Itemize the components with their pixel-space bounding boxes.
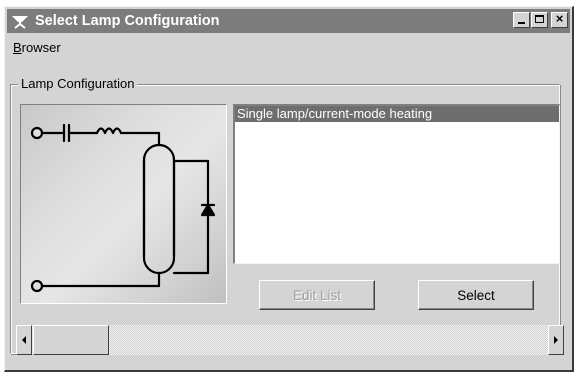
- menu-browser-label: rowser: [21, 40, 61, 55]
- maximize-icon: [535, 15, 544, 23]
- close-button[interactable]: ×: [551, 11, 568, 28]
- lamp-circuit-diagram-icon: [30, 123, 216, 293]
- scroll-right-button[interactable]: [548, 325, 564, 355]
- minimize-icon: [518, 22, 525, 24]
- minimize-button[interactable]: [513, 12, 530, 28]
- menu-browser[interactable]: Browser: [13, 40, 61, 55]
- edit-list-button[interactable]: Edit List: [259, 280, 375, 310]
- menu-browser-mnemonic: B: [13, 40, 22, 55]
- select-button[interactable]: Select: [418, 280, 534, 310]
- close-icon: ×: [555, 11, 564, 26]
- lamp-configuration-list[interactable]: Single lamp/current-mode heating: [233, 104, 560, 264]
- horizontal-scrollbar[interactable]: [16, 325, 564, 355]
- arrow-right-icon: [554, 336, 558, 344]
- lamp-icon[interactable]: [11, 12, 31, 30]
- list-item[interactable]: Single lamp/current-mode heating: [235, 106, 559, 122]
- scrollbar-thumb[interactable]: [33, 325, 109, 355]
- menu-bar: Browser: [13, 40, 61, 58]
- title-bar[interactable]: Select Lamp Configuration ×: [7, 9, 570, 33]
- arrow-left-icon: [22, 336, 26, 344]
- maximize-button[interactable]: [531, 12, 548, 28]
- scroll-left-button[interactable]: [16, 325, 32, 355]
- lamp-circuit-diagram: [20, 104, 227, 304]
- window-title: Select Lamp Configuration: [35, 13, 220, 29]
- group-label: Lamp Configuration: [18, 76, 138, 91]
